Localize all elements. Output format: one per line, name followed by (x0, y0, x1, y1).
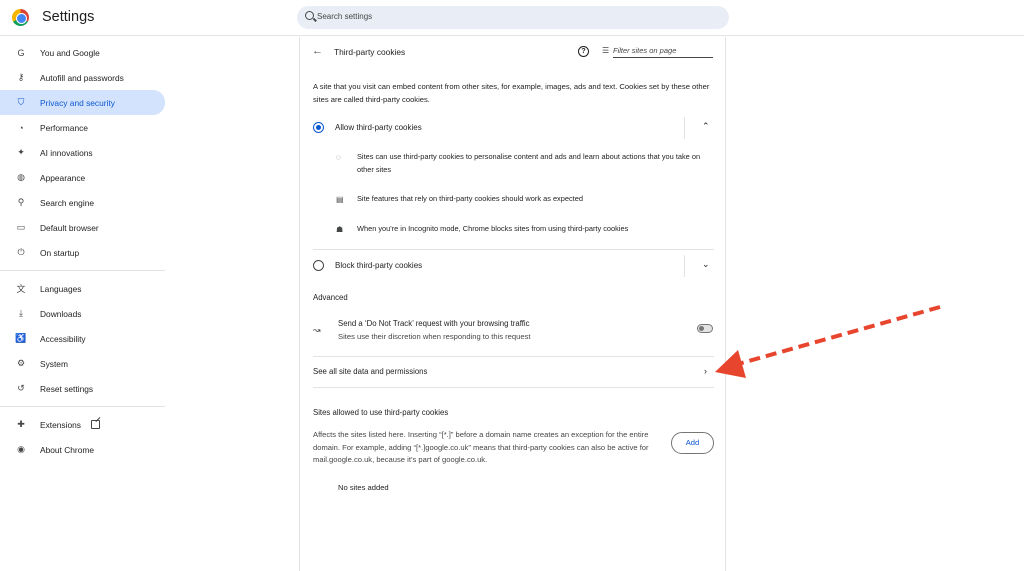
sidebar-item-system[interactable]: ⚙ System (0, 351, 168, 376)
wrench-icon: ⚙ (16, 358, 26, 368)
do-not-track-subtitle: Sites use their discretion when respondi… (338, 332, 531, 341)
third-party-cookies-panel: ← Third-party cookies ? ☰ Filter sites o… (299, 37, 726, 571)
separator (684, 255, 685, 277)
sidebar-item-you-and-google[interactable]: G You and Google (0, 40, 168, 65)
sidebar-item-reset-settings[interactable]: ↺ Reset settings (0, 376, 168, 401)
browser-icon: ▭ (16, 222, 26, 232)
sidebar-item-label: About Chrome (40, 444, 94, 455)
cookies-description: A site that you visit can embed content … (313, 82, 710, 104)
sidebar-item-languages[interactable]: 文 Languages (0, 276, 168, 301)
chrome-logo-icon (12, 9, 29, 26)
sidebar-divider (0, 406, 165, 407)
help-icon[interactable]: ? (578, 46, 589, 57)
sidebar-item-on-startup[interactable]: ⏻ On startup (0, 240, 168, 265)
download-icon: ⤓ (19, 308, 23, 318)
detail-text: When you're in Incognito mode, Chrome bl… (357, 224, 629, 233)
sparkle-icon: ✦ (17, 147, 25, 157)
allowed-sites-heading: Sites allowed to use third-party cookies (313, 408, 449, 417)
sidebar-item-label: Reset settings (40, 383, 94, 394)
translate-icon: 文 (16, 284, 26, 294)
allow-detail: ◌ Sites can use third-party cookies to p… (336, 150, 716, 176)
sidebar: G You and Google ⚷ Autofill and passwords ⛉ P… (0, 40, 168, 462)
sidebar-item-downloads[interactable]: ⤓ Downloads (0, 301, 168, 326)
no-sites-message: No sites added (338, 483, 389, 492)
sidebar-item-default-browser[interactable]: ▭ Default browser (0, 215, 168, 240)
sidebar-item-label: Appearance (40, 172, 86, 183)
top-bar: Settings Search settings (0, 0, 1024, 36)
accessibility-icon: ♿ (15, 333, 27, 343)
annotation-arrow-line (737, 305, 941, 366)
reset-icon: ↺ (17, 383, 25, 393)
sidebar-item-label: Performance (40, 122, 88, 133)
see-all-site-data-link[interactable]: See all site data and permissions (313, 367, 427, 376)
web-page-icon: ▤ (336, 195, 344, 204)
add-site-button[interactable]: Add (671, 432, 714, 454)
advanced-heading: Advanced (313, 293, 348, 302)
divider (313, 249, 714, 250)
page-title: Third-party cookies (334, 47, 406, 57)
power-icon: ⏻ (17, 247, 25, 257)
sidebar-item-extensions[interactable]: ✚ Extensions (0, 412, 168, 437)
puzzle-icon: ✚ (17, 419, 25, 429)
annotation-arrowhead (715, 350, 746, 378)
key-icon: ⚷ (17, 72, 25, 82)
open-in-new-icon (90, 420, 100, 429)
chevron-down-icon[interactable]: ⌄ (702, 259, 710, 270)
sidebar-item-label: Accessibility (40, 333, 86, 344)
chrome-icon: ◉ (17, 444, 25, 454)
cookie-icon: ◌ (336, 153, 341, 162)
detail-text: Site features that rely on third-party c… (357, 194, 583, 203)
sidebar-item-label: You and Google (40, 47, 100, 58)
filter-sites-input[interactable]: Filter sites on page (613, 46, 713, 58)
search-placeholder: Search settings (317, 12, 373, 21)
sidebar-item-accessibility[interactable]: ♿ Accessibility (0, 326, 168, 351)
shield-icon: ⛉ (17, 97, 25, 107)
separator (684, 117, 685, 139)
sidebar-item-label: Downloads (40, 308, 82, 319)
sidebar-item-autofill-and-passwords[interactable]: ⚷ Autofill and passwords (0, 65, 168, 90)
sidebar-item-performance[interactable]: ◔ Performance (0, 115, 168, 140)
back-arrow-icon[interactable]: ← (312, 45, 323, 57)
sidebar-item-about-chrome[interactable]: ◉ About Chrome (0, 437, 168, 462)
sidebar-item-label: Autofill and passwords (40, 72, 124, 83)
app-title: Settings (42, 9, 95, 25)
chevron-up-icon[interactable]: ⌃ (702, 121, 710, 132)
search-icon: ⚲ (17, 197, 25, 207)
allow-cookies-option[interactable]: Allow third-party cookies ⌃ (300, 117, 727, 139)
allow-cookies-label: Allow third-party cookies (335, 123, 422, 132)
search-icon (305, 11, 314, 20)
sidebar-item-label: System (40, 358, 68, 369)
do-not-track-title: Send a ‘Do Not Track’ request with your … (338, 319, 530, 328)
sidebar-item-label: AI innovations (40, 147, 93, 158)
palette-icon: ◍ (17, 172, 25, 182)
allow-cookies-radio[interactable] (313, 122, 324, 133)
search-input[interactable]: Search settings (297, 6, 729, 29)
sidebar-item-privacy-and-security[interactable]: ⛉ Privacy and security (0, 90, 165, 115)
sidebar-item-label: Privacy and security (40, 97, 115, 108)
sidebar-item-label: Languages (40, 283, 82, 294)
block-cookies-label: Block third-party cookies (335, 261, 423, 270)
sidebar-item-search-engine[interactable]: ⚲ Search engine (0, 190, 168, 215)
divider (313, 387, 714, 388)
block-cookies-radio[interactable] (313, 260, 324, 271)
sidebar-item-label: On startup (40, 247, 80, 258)
block-cookies-option[interactable]: Block third-party cookies ⌄ (300, 255, 727, 277)
detail-text: Sites can use third-party cookies to per… (357, 152, 701, 174)
allowed-sites-description: Affects the sites listed here. Inserting… (313, 430, 649, 464)
sidebar-item-appearance[interactable]: ◍ Appearance (0, 165, 168, 190)
divider (313, 356, 714, 357)
speedometer-icon: ◔ (18, 122, 24, 133)
sidebar-divider (0, 270, 165, 271)
filter-icon: ☰ (602, 46, 610, 55)
incognito-icon: ☗ (336, 225, 344, 234)
subpage-header: ← Third-party cookies ? ☰ Filter sites o… (300, 37, 725, 67)
sidebar-item-ai-innovations[interactable]: ✦ AI innovations (0, 140, 168, 165)
sidebar-item-label: Default browser (40, 222, 99, 233)
sidebar-item-label: Extensions (40, 419, 81, 430)
annotation-arrow (715, 305, 941, 378)
do-not-track-icon: ↝ (313, 325, 321, 335)
google-g-icon: G (17, 47, 25, 58)
sidebar-item-label: Search engine (40, 197, 95, 208)
